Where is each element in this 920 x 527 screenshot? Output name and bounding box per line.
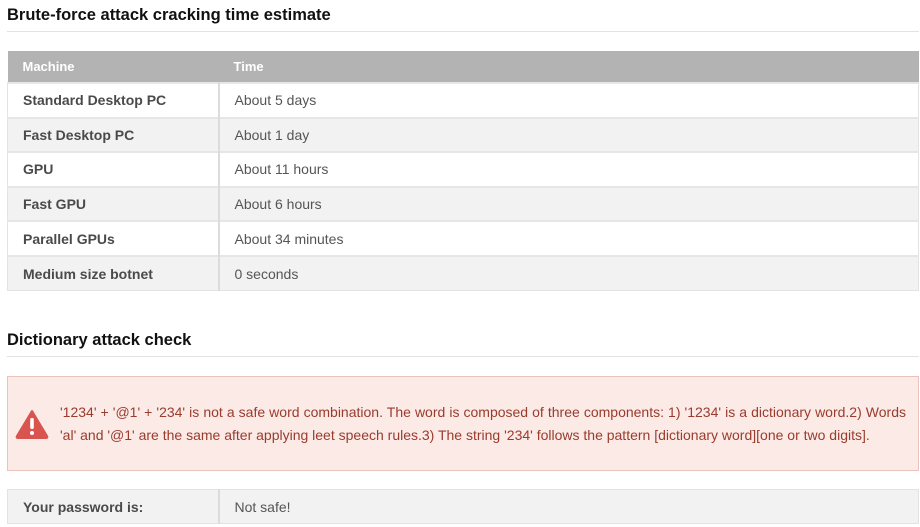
result-table: Your password is: Not safe!	[7, 489, 919, 524]
table-row: Fast Desktop PC About 1 day	[7, 116, 919, 153]
time-cell: About 1 day	[218, 116, 919, 153]
result-value: Not safe!	[218, 489, 919, 524]
result-row: Your password is: Not safe!	[7, 489, 919, 524]
table-header-row: Machine Time	[7, 51, 919, 83]
table-row: Parallel GPUs About 34 minutes	[7, 220, 919, 257]
dictionary-alert: '1234' + '@1' + '234' is not a safe word…	[7, 376, 919, 471]
result-label: Your password is:	[7, 489, 220, 524]
machine-cell: Fast Desktop PC	[7, 116, 220, 153]
machine-cell: Standard Desktop PC	[7, 82, 220, 119]
machine-cell: Fast GPU	[7, 185, 220, 222]
table-row: Medium size botnet 0 seconds	[7, 254, 919, 292]
warning-triangle-icon	[8, 409, 56, 439]
machine-cell: Parallel GPUs	[7, 220, 220, 257]
time-cell: About 5 days	[218, 82, 919, 119]
bruteforce-title: Brute-force attack cracking time estimat…	[7, 6, 919, 32]
time-cell: About 34 minutes	[218, 220, 919, 257]
dictionary-title: Dictionary attack check	[7, 331, 919, 357]
dictionary-alert-text: '1234' + '@1' + '234' is not a safe word…	[60, 404, 906, 443]
bruteforce-table: Machine Time Standard Desktop PC About 5…	[7, 51, 919, 292]
table-row: Standard Desktop PC About 5 days	[7, 82, 919, 119]
time-cell: About 6 hours	[218, 185, 919, 222]
column-header-machine: Machine	[7, 51, 219, 83]
table-row: GPU About 11 hours	[7, 151, 919, 188]
column-header-time: Time	[218, 51, 919, 83]
machine-cell: GPU	[7, 151, 220, 188]
time-cell: 0 seconds	[218, 254, 919, 292]
machine-cell: Medium size botnet	[7, 254, 220, 292]
page: Brute-force attack cracking time estimat…	[0, 0, 920, 527]
time-cell: About 11 hours	[218, 151, 919, 188]
table-row: Fast GPU About 6 hours	[7, 185, 919, 222]
